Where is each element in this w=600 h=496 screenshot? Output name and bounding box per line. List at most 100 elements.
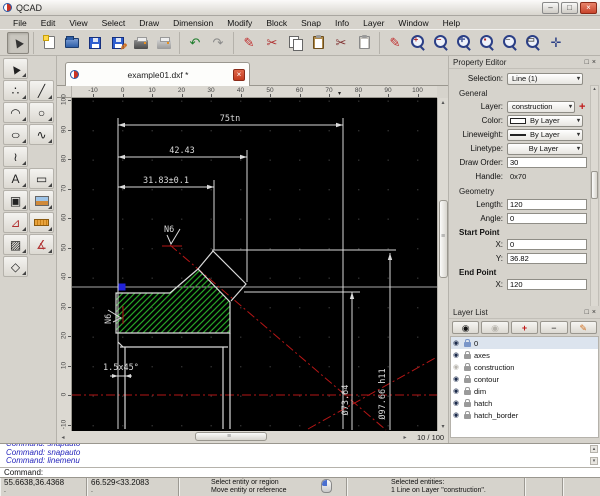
add-layer-icon[interactable]: + (579, 101, 585, 113)
menu-item-view[interactable]: View (62, 18, 94, 28)
tab-close-icon[interactable]: × (233, 69, 245, 81)
menu-item-modify[interactable]: Modify (220, 18, 259, 28)
start-x-field[interactable] (507, 239, 587, 250)
draw-order-field[interactable] (507, 157, 587, 168)
menu-item-file[interactable]: File (6, 18, 34, 28)
layer-list-titlebar[interactable]: Layer List □ × (449, 306, 600, 319)
menu-item-layer[interactable]: Layer (356, 18, 391, 28)
layer-visibility-icon[interactable]: ◉ (453, 411, 461, 419)
zoom-page-button[interactable]: ▭ (522, 32, 544, 54)
layer-row-axes[interactable]: ◉axes (451, 349, 598, 361)
layer-visibility-icon[interactable]: ◉ (453, 363, 461, 371)
minimize-button[interactable]: – (542, 2, 559, 14)
save-as-button[interactable]: ✎ (107, 32, 129, 54)
menu-item-select[interactable]: Select (95, 18, 133, 28)
hide-all-layers-button[interactable]: ◉ (481, 321, 508, 334)
vertical-scroll-thumb[interactable] (439, 200, 448, 278)
viewport-tool-button[interactable]: ▣ (3, 190, 28, 211)
horizontal-scroll-thumb[interactable] (195, 432, 267, 441)
menu-item-window[interactable]: Window (391, 18, 435, 28)
paste-button[interactable] (307, 32, 329, 54)
show-all-layers-button[interactable]: ◉ (452, 321, 479, 334)
property-editor-scrollbar[interactable]: ▴ ▾ (590, 85, 599, 306)
leader-tool-button[interactable] (29, 212, 54, 233)
layer-dropdown[interactable]: construction▾ (507, 101, 575, 113)
layer-visibility-icon[interactable]: ◉ (453, 351, 461, 359)
end-x-field[interactable] (507, 279, 587, 290)
layer-visibility-icon[interactable]: ◉ (453, 399, 461, 407)
print-preview-button[interactable] (153, 32, 175, 54)
cut-reference-button[interactable]: ✂ (330, 32, 352, 54)
canvas-vertical-scrollbar[interactable]: ▴ ▾ (437, 98, 448, 431)
scroll-right-icon[interactable]: ▸ (399, 434, 411, 441)
linetype-dropdown[interactable]: By Layer▾ (507, 143, 583, 155)
redraw-button[interactable]: ✎ (384, 32, 406, 54)
layer-visibility-icon[interactable]: ◉ (453, 339, 461, 347)
layer-visibility-icon[interactable]: ◉ (453, 387, 461, 395)
length-field[interactable] (507, 199, 587, 210)
zoom-window-button[interactable]: ▪ (476, 32, 498, 54)
image-tool-button[interactable] (29, 190, 54, 211)
edit-layer-button[interactable]: ✎ (570, 321, 597, 334)
history-scrollbar[interactable]: ▴ ▾ (590, 445, 598, 467)
cut-button[interactable]: ✂ (261, 32, 283, 54)
layer-row-hatch[interactable]: ◉hatch (451, 397, 598, 409)
undo-button[interactable]: ↶ (184, 32, 206, 54)
close-button[interactable]: × (580, 2, 597, 14)
dimension-tool-button[interactable]: ⊿ (3, 212, 28, 233)
lineweight-dropdown[interactable]: By Layer▾ (507, 129, 583, 141)
circle-tool-button[interactable]: ○ (29, 102, 54, 123)
float-panel-icon[interactable]: □ (585, 309, 589, 316)
menu-item-snap[interactable]: Snap (294, 18, 328, 28)
scroll-down-icon[interactable]: ▾ (438, 423, 448, 430)
hatch-tool-button[interactable]: ▨ (3, 234, 28, 255)
maximize-button[interactable]: □ (561, 2, 578, 14)
menu-item-dimension[interactable]: Dimension (166, 18, 220, 28)
zoom-auto-button[interactable]: ✛ (453, 32, 475, 54)
scroll-left-icon[interactable]: ◂ (57, 434, 69, 441)
edit-pencil-button[interactable]: ✎ (238, 32, 260, 54)
print-button[interactable] (130, 32, 152, 54)
layer-row-contour[interactable]: ◉contour (451, 373, 598, 385)
ellipse-tool-button[interactable]: ○ (3, 124, 28, 145)
scroll-up-icon[interactable]: ▴ (438, 99, 448, 106)
layer-visibility-icon[interactable]: ◉ (453, 375, 461, 383)
float-panel-icon[interactable]: □ (585, 59, 589, 66)
layer-row-construction[interactable]: ◉construction (451, 361, 598, 373)
copy-button[interactable] (284, 32, 306, 54)
zoom-previous-button[interactable]: − (499, 32, 521, 54)
close-panel-icon[interactable]: × (592, 59, 596, 66)
point-tool-button[interactable]: ∴ (3, 80, 28, 101)
title-bar[interactable]: QCAD – □ × (0, 0, 600, 16)
scroll-up-icon[interactable]: ▴ (590, 445, 598, 453)
cad-canvas[interactable]: 75tn 42.43 31.83±0.1 1.5x45° N6 N6 Ø73.6… (72, 98, 437, 431)
text-tool-button[interactable]: A (3, 168, 28, 189)
layer-row-hatch_border[interactable]: ◉hatch_border (451, 409, 598, 421)
arc-tool-button[interactable]: ◠ (3, 102, 28, 123)
remove-layer-button[interactable]: − (540, 321, 567, 334)
paste-reference-button[interactable] (353, 32, 375, 54)
canvas-horizontal-scrollbar[interactable]: ◂ ▸ 10 / 100 (57, 431, 448, 443)
block-tool-button[interactable]: ◇ (3, 256, 28, 277)
menu-item-draw[interactable]: Draw (132, 18, 166, 28)
color-dropdown[interactable]: By Layer▾ (507, 115, 583, 127)
scroll-up-icon[interactable]: ▴ (591, 86, 598, 92)
command-history[interactable]: Command: snapautoCommand: snapautoComman… (0, 443, 600, 467)
menu-item-help[interactable]: Help (436, 18, 467, 28)
zoom-out-button[interactable]: − (430, 32, 452, 54)
start-y-field[interactable] (507, 253, 587, 264)
selection-tool-button[interactable]: ▶ (3, 58, 28, 79)
selection-node-marker[interactable] (119, 284, 126, 291)
horizontal-scroll-track[interactable] (69, 431, 399, 443)
scroll-thumb[interactable] (591, 171, 598, 199)
menu-item-block[interactable]: Block (259, 18, 294, 28)
add-layer-button[interactable]: + (511, 321, 538, 334)
polyline-tool-button[interactable]: ≀ (3, 146, 28, 167)
shape-tool-button[interactable]: ▭ (29, 168, 54, 189)
redo-button[interactable]: ↷ (207, 32, 229, 54)
scroll-down-icon[interactable]: ▾ (590, 457, 598, 465)
close-panel-icon[interactable]: × (592, 309, 596, 316)
open-file-button[interactable] (61, 32, 83, 54)
spline-tool-button[interactable]: ∿ (29, 124, 54, 145)
layer-row-0[interactable]: ◉0 (451, 337, 598, 349)
